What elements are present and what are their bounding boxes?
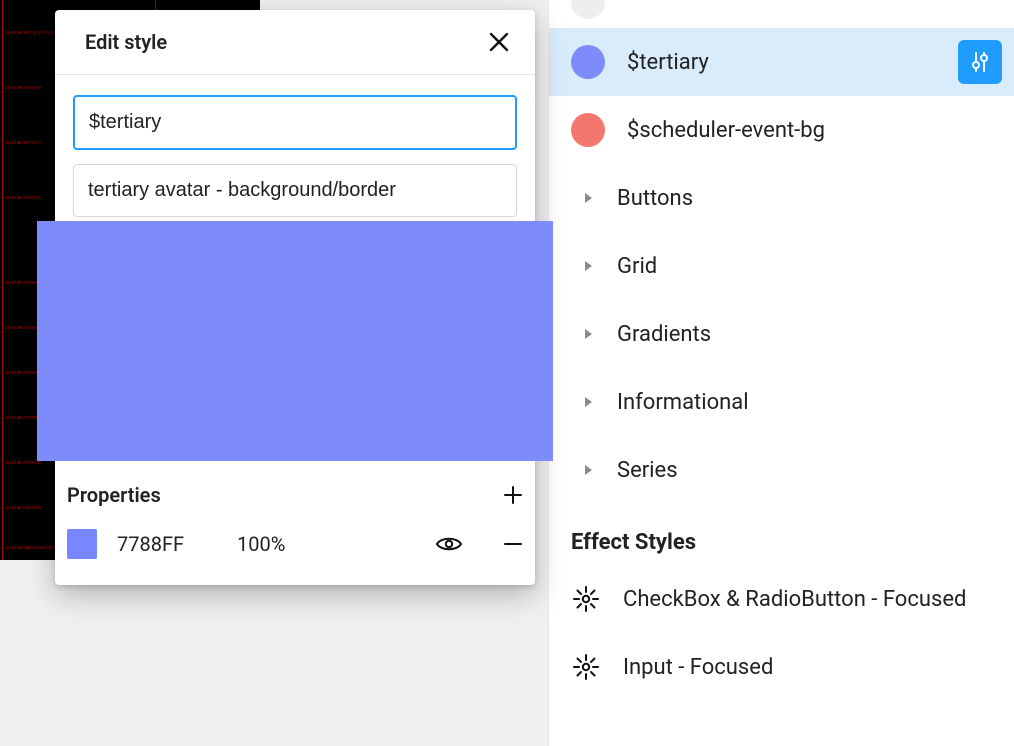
adjust-style-button[interactable]: [958, 40, 1002, 84]
plus-icon: [502, 484, 524, 506]
toggle-visibility-button[interactable]: [435, 530, 463, 558]
styles-sidebar: $tertiary $scheduler-event-bg Buttons Gr…: [548, 0, 1014, 746]
chevron-right-icon: [581, 192, 595, 204]
style-name-input[interactable]: [73, 95, 517, 150]
sun-icon: [569, 582, 603, 616]
group-label: Grid: [617, 254, 657, 279]
style-row-tertiary[interactable]: $tertiary: [549, 28, 1014, 96]
color-swatch: [571, 0, 605, 19]
color-preview: [37, 221, 553, 461]
group-label: Informational: [617, 390, 749, 415]
add-property-button[interactable]: [499, 481, 527, 509]
group-label: Buttons: [617, 186, 693, 211]
chevron-right-icon: [581, 260, 595, 272]
remove-property-button[interactable]: [499, 530, 527, 558]
sun-icon: [569, 650, 603, 684]
property-swatch[interactable]: [67, 529, 97, 559]
chevron-right-icon: [581, 328, 595, 340]
property-hex[interactable]: 7788FF: [117, 532, 217, 556]
close-icon: [488, 31, 510, 53]
color-swatch: [571, 113, 605, 147]
style-label: $scheduler-event-bg: [627, 118, 1002, 143]
effect-styles-header: Effect Styles: [549, 504, 1014, 565]
properties-heading: Properties: [67, 483, 161, 507]
property-opacity[interactable]: 100%: [237, 532, 317, 556]
panel-title: Edit style: [85, 30, 167, 54]
panel-header: Edit style: [55, 10, 535, 75]
style-description-input[interactable]: [73, 164, 517, 217]
chevron-right-icon: [581, 396, 595, 408]
edit-style-panel: Edit style Properties 77: [55, 10, 535, 585]
group-row-buttons[interactable]: Buttons: [549, 164, 1014, 232]
effect-row-checkbox-radio-focused[interactable]: CheckBox & RadioButton - Focused: [549, 565, 1014, 633]
effect-label: Input - Focused: [623, 655, 773, 680]
group-label: Series: [617, 458, 678, 483]
group-row-gradients[interactable]: Gradients: [549, 300, 1014, 368]
eye-icon: [436, 535, 462, 553]
minus-icon: [503, 534, 523, 554]
group-row-informational[interactable]: Informational: [549, 368, 1014, 436]
style-row-cut: [549, 0, 1014, 28]
effect-row-input-focused[interactable]: Input - Focused: [549, 633, 1014, 701]
group-label: Gradients: [617, 322, 711, 347]
style-label: $tertiary: [627, 50, 936, 75]
chevron-right-icon: [581, 464, 595, 476]
effect-label: CheckBox & RadioButton - Focused: [623, 587, 966, 612]
sliders-icon: [968, 50, 992, 74]
style-row-scheduler-event-bg[interactable]: $scheduler-event-bg: [549, 96, 1014, 164]
style-label: [627, 0, 632, 15]
color-swatch: [571, 45, 605, 79]
close-button[interactable]: [485, 28, 513, 56]
group-row-grid[interactable]: Grid: [549, 232, 1014, 300]
property-row[interactable]: 7788FF 100%: [55, 521, 535, 585]
group-row-series[interactable]: Series: [549, 436, 1014, 504]
